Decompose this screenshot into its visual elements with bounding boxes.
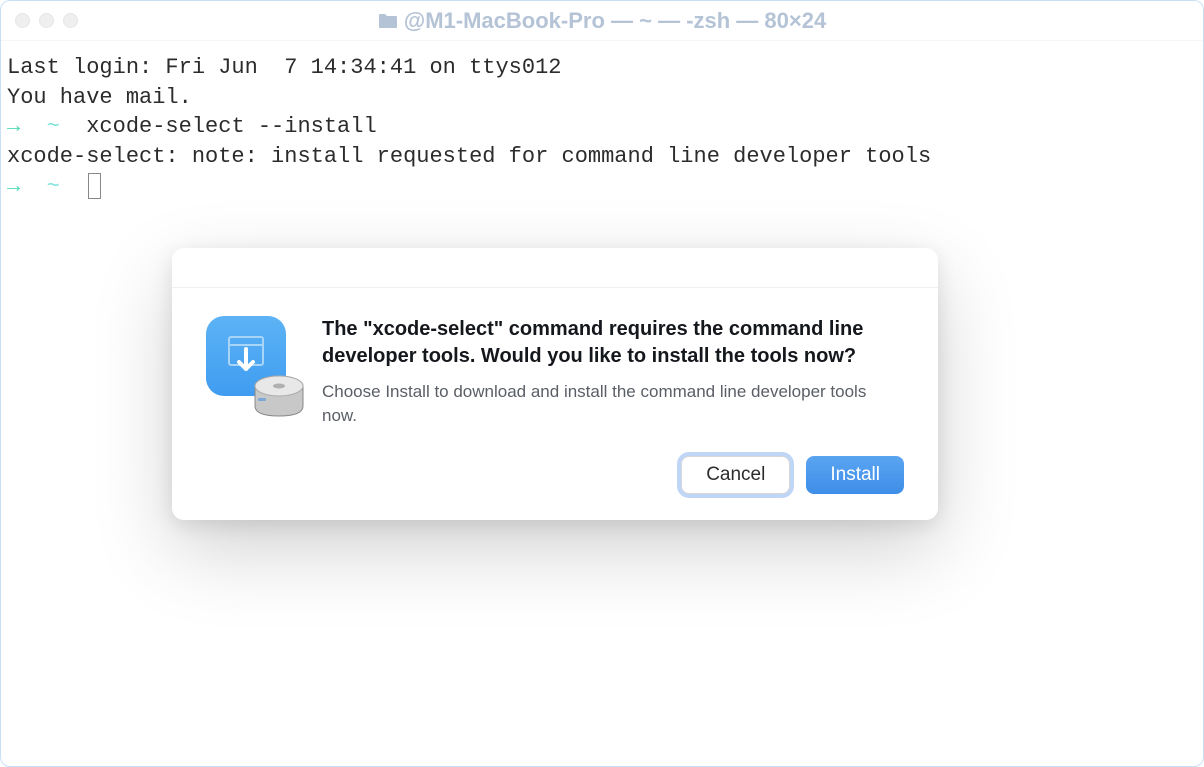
window-title: @M1-MacBook-Pro — ~ — -zsh — 80×24	[13, 8, 1191, 34]
prompt-tilde: ~	[47, 174, 60, 199]
dialog-icon	[206, 316, 296, 406]
title-bar: @M1-MacBook-Pro — ~ — -zsh — 80×24	[1, 1, 1203, 41]
close-window-button[interactable]	[15, 13, 30, 28]
terminal-output: xcode-select: note: install requested fo…	[7, 142, 1197, 172]
prompt-arrow-icon: →	[7, 174, 20, 199]
terminal-line-mail: You have mail.	[7, 83, 1197, 113]
terminal-prompt-line: → ~ xcode-select --install	[7, 112, 1197, 142]
dialog-body: The "xcode-select" command requires the …	[172, 288, 938, 456]
prompt-arrow-icon: →	[7, 114, 20, 139]
install-button[interactable]: Install	[806, 456, 904, 494]
dialog-buttons: Cancel Install	[172, 456, 938, 520]
dialog-title: The "xcode-select" command requires the …	[322, 316, 904, 370]
terminal-prompt-line-2: → ~	[7, 172, 1197, 202]
disk-icon	[252, 374, 306, 418]
prompt-tilde: ~	[47, 114, 60, 139]
cancel-button[interactable]: Cancel	[681, 456, 790, 494]
dialog-subtitle: Choose Install to download and install t…	[322, 380, 904, 428]
terminal-cursor	[88, 173, 101, 199]
install-dialog: The "xcode-select" command requires the …	[172, 248, 938, 520]
dialog-text: The "xcode-select" command requires the …	[322, 316, 904, 428]
terminal-line-login: Last login: Fri Jun 7 14:34:41 on ttys01…	[7, 53, 1197, 83]
terminal-content[interactable]: Last login: Fri Jun 7 14:34:41 on ttys01…	[1, 41, 1203, 213]
traffic-lights	[15, 13, 78, 28]
dialog-header	[172, 248, 938, 288]
minimize-window-button[interactable]	[39, 13, 54, 28]
terminal-command: xcode-select --install	[86, 114, 376, 139]
folder-icon	[378, 13, 398, 29]
window-title-text: @M1-MacBook-Pro — ~ — -zsh — 80×24	[404, 8, 826, 34]
maximize-window-button[interactable]	[63, 13, 78, 28]
